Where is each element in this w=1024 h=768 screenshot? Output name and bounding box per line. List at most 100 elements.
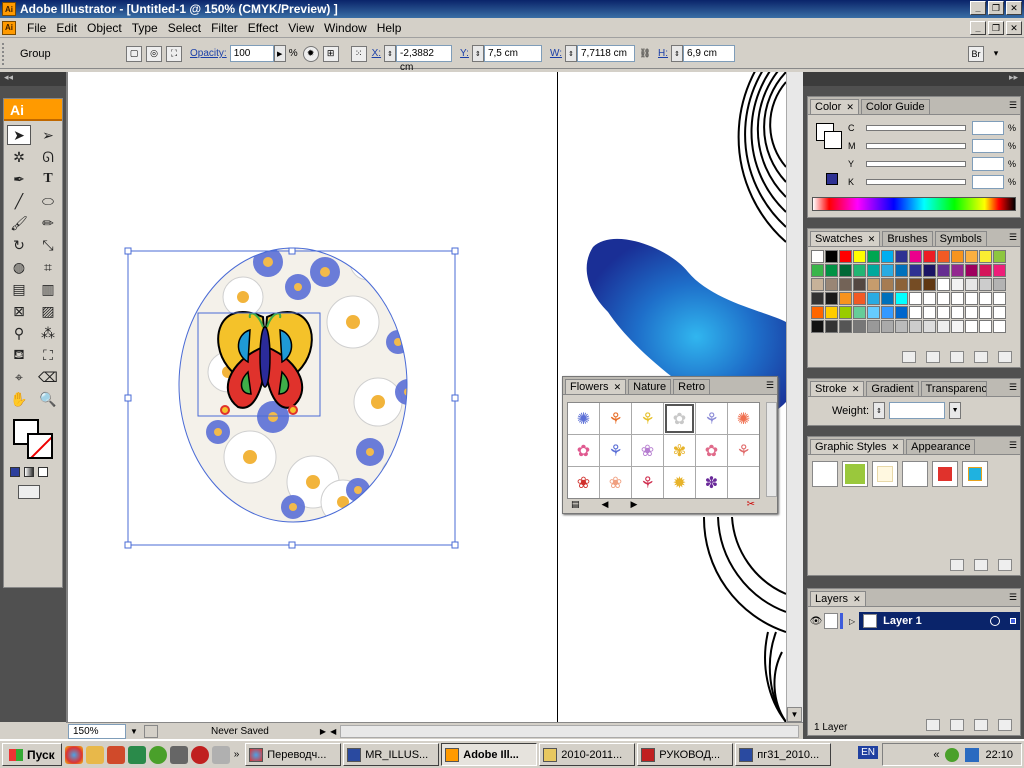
none-mode-icon[interactable] (38, 467, 48, 477)
swatch[interactable] (909, 278, 922, 291)
delete-style-icon[interactable] (998, 559, 1012, 571)
h-spinner[interactable]: ⇕ (671, 45, 683, 62)
swatch[interactable] (937, 320, 950, 333)
swatch[interactable] (867, 250, 880, 263)
swatch[interactable] (839, 278, 852, 291)
task-pdf[interactable]: РУКОВОД... (637, 743, 734, 766)
swatch[interactable] (867, 292, 880, 305)
live-paint-tool-icon[interactable]: ⛾ (7, 345, 31, 365)
panel-menu-icon[interactable]: ☰ (1009, 100, 1017, 111)
eraser-tool-icon[interactable]: ⌫ (36, 367, 60, 387)
x-spinner[interactable]: ⇕ (384, 45, 397, 62)
live-paint-selection-tool-icon[interactable]: ⛶ (36, 345, 60, 365)
lock-toggle[interactable] (824, 613, 838, 629)
style-cyan[interactable] (962, 461, 988, 487)
swatch[interactable] (909, 250, 922, 263)
slider-c[interactable] (866, 125, 966, 131)
crop-area-tool-icon[interactable]: ⌖ (7, 367, 31, 387)
swatch[interactable] (825, 250, 838, 263)
eyedropper-tool-icon[interactable]: ⚲ (7, 323, 31, 343)
swatch[interactable] (895, 306, 908, 319)
w-label[interactable]: W: (550, 48, 562, 59)
swatch[interactable] (951, 264, 964, 277)
restore-button[interactable]: ❐ (988, 1, 1004, 15)
symbol-iris[interactable]: ⚘ (600, 435, 631, 466)
color-spectrum-bar[interactable] (812, 197, 1016, 211)
free-transform-tool-icon[interactable]: ⌗ (36, 257, 60, 277)
style-white[interactable] (902, 461, 928, 487)
swatch[interactable] (881, 250, 894, 263)
swatch[interactable] (979, 306, 992, 319)
rotate-tool-icon[interactable]: ↻ (7, 235, 31, 255)
swatch[interactable] (825, 278, 838, 291)
symbol-rose[interactable]: ❀ (568, 467, 599, 498)
swatch[interactable] (923, 264, 936, 277)
swatch[interactable] (923, 278, 936, 291)
swatch[interactable] (965, 320, 978, 333)
panel-menu-icon[interactable]: ☰ (766, 380, 774, 391)
horizontal-scrollbar[interactable] (340, 724, 799, 738)
concentric-arcs-top[interactable] (737, 72, 786, 243)
symbol-peach-rose[interactable]: ❀ (600, 467, 631, 498)
task-adobe-illustrator[interactable]: Adobe Ill... (441, 743, 538, 766)
brush-style-icon[interactable]: ◎ (146, 45, 162, 62)
zoom-level-field[interactable]: 150% (68, 723, 126, 739)
swatch[interactable] (979, 292, 992, 305)
swatch[interactable] (811, 320, 824, 333)
menu-filter[interactable]: Filter (206, 21, 243, 35)
menu-edit[interactable]: Edit (51, 21, 82, 35)
menu-object[interactable]: Object (82, 21, 127, 35)
tab-graphic-styles[interactable]: Graphic Styles ✕ (810, 439, 905, 454)
weight-input[interactable] (889, 402, 946, 419)
layer-1-selected[interactable]: Layer 1 (859, 612, 1020, 630)
swatch[interactable] (993, 306, 1006, 319)
target-icon[interactable] (990, 616, 1000, 626)
swatch[interactable] (839, 320, 852, 333)
swatch[interactable] (881, 306, 894, 319)
pen-tool-icon[interactable]: ✒ (7, 169, 31, 189)
swatch[interactable] (853, 278, 866, 291)
swatch[interactable] (937, 278, 950, 291)
control-bar-grip[interactable] (2, 42, 8, 65)
stroke-style-icon[interactable]: ▢ (126, 45, 142, 62)
scale-tool-icon[interactable]: ⤡ (36, 235, 60, 255)
swatch[interactable] (923, 306, 936, 319)
swatch[interactable] (867, 306, 880, 319)
next-library-icon[interactable]: ▶ (630, 499, 637, 510)
symbol-white-flower[interactable]: ⚘ (728, 435, 759, 466)
x-label[interactable]: X: (372, 48, 381, 59)
explorer-icon[interactable] (85, 745, 104, 764)
menu-view[interactable]: View (283, 21, 319, 35)
swatch[interactable] (839, 264, 852, 277)
swatch[interactable] (839, 306, 852, 319)
start-button[interactable]: Пуск (2, 743, 62, 766)
swatch[interactable] (993, 320, 1006, 333)
new-sublayer-icon[interactable] (950, 719, 964, 731)
menu-effect[interactable]: Effect (243, 21, 283, 35)
swatch[interactable] (993, 264, 1006, 277)
gradient-tool-icon[interactable]: ▨ (36, 301, 60, 321)
swatch[interactable] (951, 292, 964, 305)
swatch[interactable] (965, 250, 978, 263)
value-c[interactable] (972, 121, 1004, 135)
swatch[interactable] (923, 250, 936, 263)
envelope-icon[interactable]: ⛶ (166, 45, 182, 62)
show-kinds-icon[interactable] (926, 351, 940, 363)
dock-collapse-strip[interactable]: ▸▸ (803, 72, 1024, 86)
recolor-icon[interactable]: ✹ (302, 45, 319, 62)
symbol-sunflower[interactable]: ✹ (664, 467, 695, 498)
graph-tool-icon[interactable]: ▥ (36, 279, 60, 299)
slider-m[interactable] (866, 143, 966, 149)
bridge-icon[interactable]: Br (968, 45, 984, 62)
swatch[interactable] (811, 278, 824, 291)
app-icon-6[interactable] (211, 745, 230, 764)
swatch[interactable] (867, 320, 880, 333)
swatch[interactable] (909, 292, 922, 305)
swatch[interactable] (895, 320, 908, 333)
menu-file[interactable]: File (22, 21, 51, 35)
symbol-daisy[interactable]: ✿ (664, 403, 695, 434)
align-icon[interactable]: ⊞ (322, 45, 339, 62)
doc-restore-button[interactable]: ❐ (988, 21, 1004, 35)
y-spinner[interactable]: ⇕ (471, 45, 484, 62)
task-word-doc-2[interactable]: пг31_2010... (735, 743, 832, 766)
